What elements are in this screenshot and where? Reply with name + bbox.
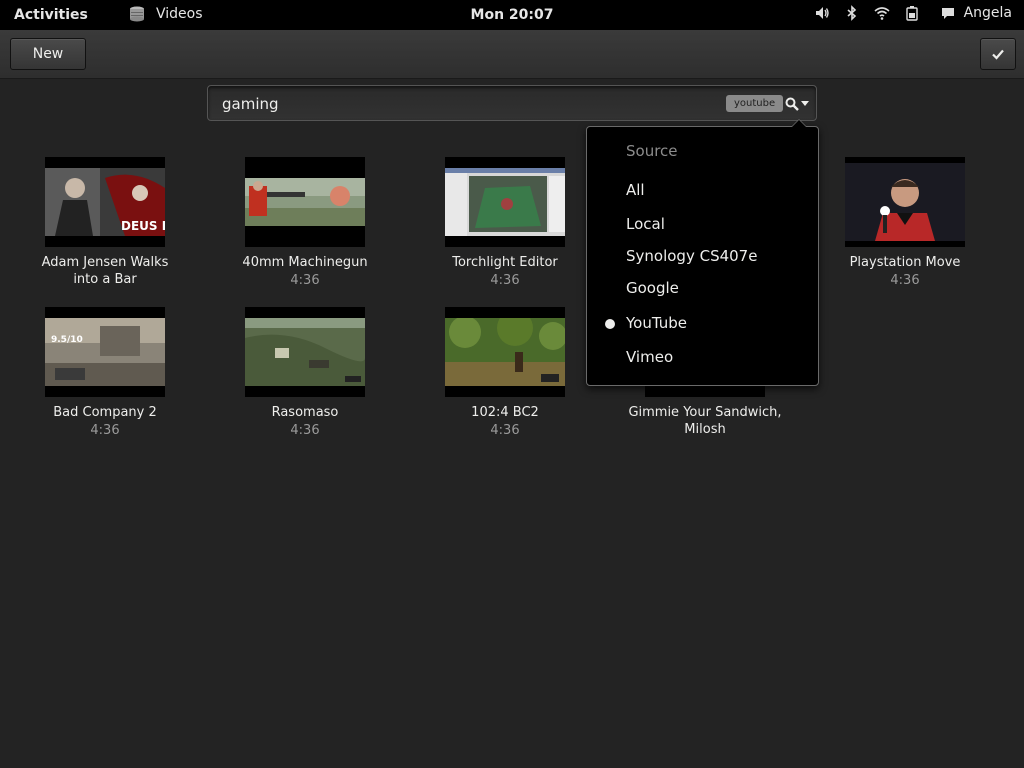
video-item[interactable]: Torchlight Editor 4:36 bbox=[405, 157, 605, 288]
bluetooth-icon[interactable] bbox=[844, 5, 860, 21]
source-option-synology[interactable]: Synology CS407e bbox=[626, 247, 806, 265]
user-menu[interactable]: Angela bbox=[940, 5, 1012, 21]
source-option-all[interactable]: All bbox=[626, 181, 806, 199]
header-bar: New bbox=[0, 30, 1024, 79]
chevron-down-icon bbox=[801, 101, 809, 106]
video-duration: 4:36 bbox=[90, 423, 120, 438]
search-icon bbox=[785, 97, 799, 111]
top-bar: Activities Videos Mon 20:07 Angela bbox=[0, 0, 1024, 30]
video-duration: 4:36 bbox=[890, 273, 920, 288]
thumbnail-image bbox=[245, 318, 365, 386]
video-thumbnail[interactable] bbox=[445, 307, 565, 397]
video-item[interactable]: 9.5/10 Bad Company 2 4:36 bbox=[5, 307, 205, 438]
user-name: Angela bbox=[963, 5, 1012, 21]
selected-radio-indicator bbox=[605, 319, 615, 329]
source-option-youtube[interactable]: YouTube bbox=[605, 314, 806, 332]
video-item[interactable]: 102:4 BC2 4:36 bbox=[405, 307, 605, 438]
thumbnail-image bbox=[445, 168, 565, 236]
wifi-icon[interactable] bbox=[874, 5, 890, 21]
chat-icon bbox=[941, 8, 954, 19]
video-thumbnail[interactable]: 9.5/10 bbox=[45, 307, 165, 397]
video-duration: 4:36 bbox=[490, 423, 520, 438]
thumbnail-image bbox=[845, 163, 965, 241]
source-tag[interactable]: youtube bbox=[726, 95, 784, 112]
video-thumbnail[interactable] bbox=[445, 157, 565, 247]
search-input[interactable] bbox=[220, 92, 704, 116]
video-title: Torchlight Editor bbox=[452, 255, 558, 270]
video-thumbnail[interactable]: DEUS EX bbox=[45, 157, 165, 247]
thumbnail-image: DEUS EX bbox=[45, 168, 165, 236]
video-item[interactable]: DEUS EX Adam Jensen Walks into a Bar bbox=[5, 157, 205, 288]
status-area[interactable]: Angela bbox=[814, 5, 1012, 21]
video-thumbnail[interactable] bbox=[245, 307, 365, 397]
checkmark-icon bbox=[992, 49, 1004, 60]
source-heading: Source bbox=[626, 142, 678, 160]
source-option-vimeo[interactable]: Vimeo bbox=[626, 348, 806, 366]
clock[interactable]: Mon 20:07 bbox=[471, 7, 554, 23]
video-title: Playstation Move bbox=[849, 255, 961, 270]
battery-icon[interactable] bbox=[904, 5, 920, 21]
thumbnail-image: 9.5/10 bbox=[45, 318, 165, 386]
thumbnail-image bbox=[245, 178, 365, 226]
source-popover: Source All Local Synology CS407e Google … bbox=[586, 119, 819, 386]
video-item[interactable]: Rasomaso 4:36 bbox=[205, 307, 405, 438]
video-title: Adam Jensen Walks into a Bar bbox=[41, 255, 169, 287]
video-item[interactable]: 40mm Machinegun 4:36 bbox=[205, 157, 405, 288]
thumbnail-image bbox=[445, 318, 565, 386]
video-duration: 4:36 bbox=[290, 273, 320, 288]
app-name: Videos bbox=[156, 6, 203, 22]
source-option-label: YouTube bbox=[626, 314, 687, 332]
select-button[interactable] bbox=[980, 38, 1016, 70]
search-source-button[interactable] bbox=[782, 93, 812, 115]
review-score-text: 9.5/10 bbox=[51, 335, 83, 345]
video-title: 102:4 BC2 bbox=[471, 405, 539, 420]
video-thumbnail[interactable] bbox=[845, 157, 965, 247]
deus-ex-logo-text: DEUS EX bbox=[121, 219, 165, 233]
video-title: Bad Company 2 bbox=[53, 405, 157, 420]
video-duration: 4:36 bbox=[290, 423, 320, 438]
video-thumbnail[interactable] bbox=[245, 157, 365, 247]
video-item[interactable]: Playstation Move 4:36 bbox=[805, 157, 1005, 288]
video-title: 40mm Machinegun bbox=[242, 255, 368, 270]
source-option-google[interactable]: Google bbox=[626, 279, 806, 297]
video-title: Rasomaso bbox=[271, 405, 339, 420]
volume-icon[interactable] bbox=[814, 5, 830, 21]
activities-button[interactable]: Activities bbox=[14, 7, 88, 23]
app-menu[interactable]: Videos bbox=[128, 5, 203, 23]
popover-arrow bbox=[791, 119, 807, 127]
video-title: Gimmie Your Sandwich, Milosh bbox=[628, 405, 782, 437]
video-app-icon bbox=[130, 6, 144, 22]
new-button[interactable]: New bbox=[10, 38, 86, 70]
video-duration: 4:36 bbox=[490, 273, 520, 288]
source-option-local[interactable]: Local bbox=[626, 215, 806, 233]
search-bar: youtube bbox=[207, 85, 817, 121]
